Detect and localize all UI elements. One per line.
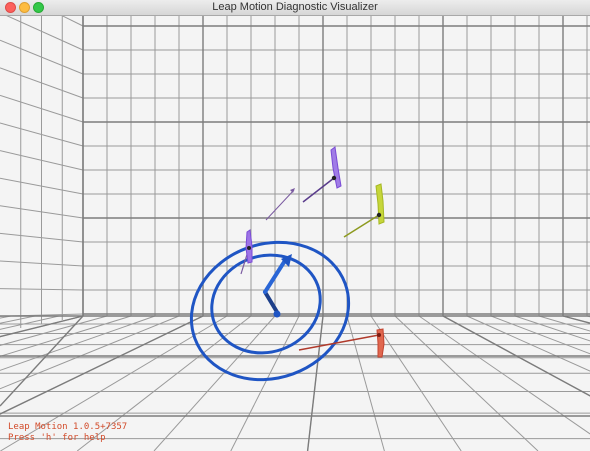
grid-line [0,315,84,407]
grid-line [418,315,590,435]
3d-viewport[interactable]: Leap Motion 1.0.5+7357 Press 'h' for hel… [0,16,590,451]
version-text: Leap Motion 1.0.5+7357 [8,422,128,432]
grid-line [153,315,276,451]
app-window: Leap Motion Diagnostic Visualizer Leap M… [0,0,590,451]
grid-line [514,315,590,342]
title-bar[interactable]: Leap Motion Diagnostic Visualizer [0,0,590,16]
grid-line [466,315,590,372]
grid-lines [0,16,590,451]
help-hint-text: Press 'h' for help [8,433,106,443]
grid-line [230,315,300,451]
grid-line [538,315,590,332]
yellow-pointable-icon [343,183,385,238]
grid-major-lines [0,16,590,451]
hand-palm-icon [263,254,292,318]
grid-line [306,315,324,451]
window-title: Leap Motion Diagnostic Visualizer [212,1,378,13]
scene-canvas[interactable] [0,16,590,451]
